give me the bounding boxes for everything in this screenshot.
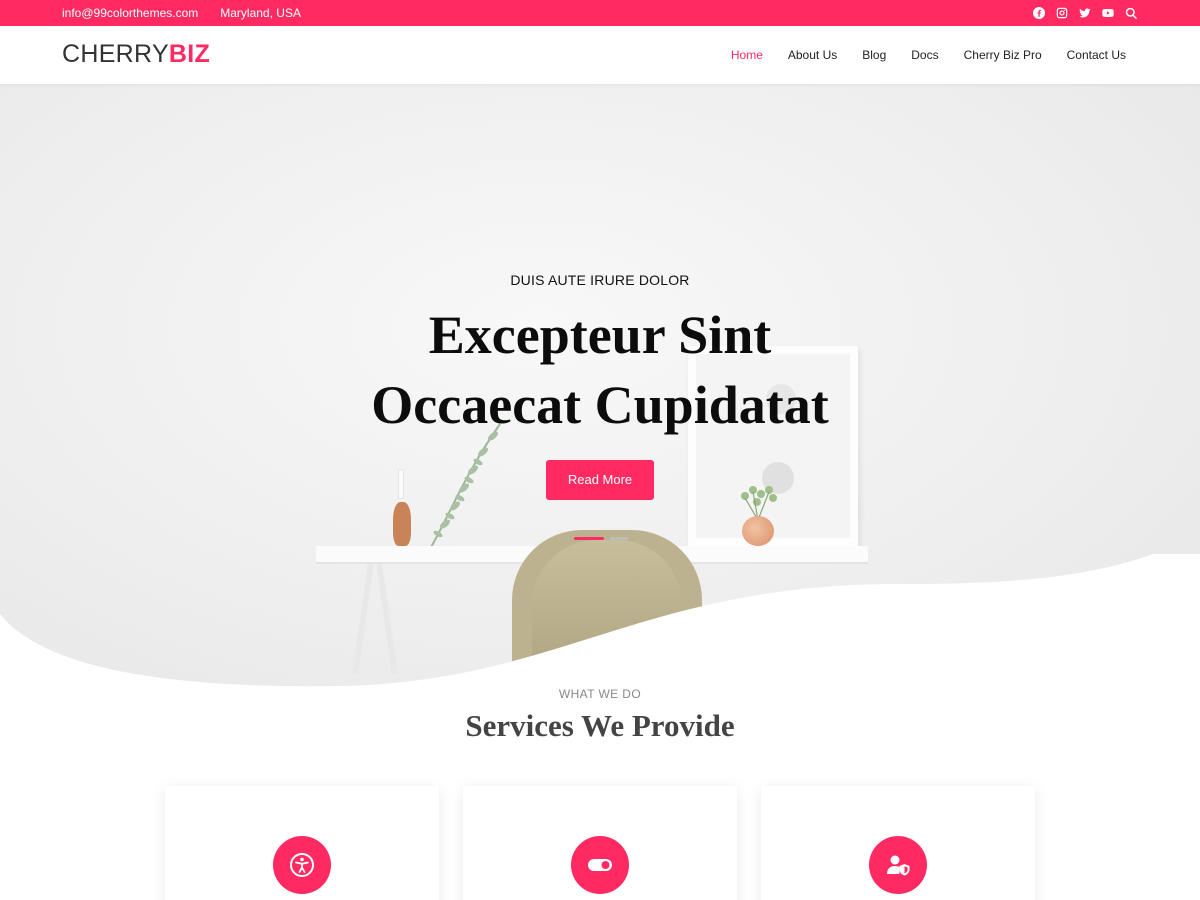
hero-slider: DUIS AUTE IRURE DOLOR Excepteur Sint Occ… — [0, 84, 1200, 690]
read-more-button[interactable]: Read More — [546, 460, 654, 500]
nav-contact-us[interactable]: Contact Us — [1067, 48, 1126, 62]
toggle-icon — [571, 836, 629, 894]
search-icon[interactable] — [1124, 6, 1138, 20]
site-header: CHERRYBIZ Home About Us Blog Docs Cherry… — [0, 26, 1200, 84]
youtube-icon[interactable] — [1101, 6, 1115, 20]
hero-headline: Excepteur Sint Occaecat Cupidatat — [0, 300, 1200, 440]
social-links — [1032, 0, 1138, 26]
topbar-location: Maryland, USA — [220, 6, 301, 20]
accessibility-icon — [273, 836, 331, 894]
hero-copper-pot — [742, 516, 774, 546]
hero-kicker: DUIS AUTE IRURE DOLOR — [510, 272, 690, 288]
nav-docs[interactable]: Docs — [911, 48, 938, 62]
services-kicker: WHAT WE DO — [558, 687, 642, 701]
hero-headline-line2: Occaecat Cupidatat — [371, 375, 829, 435]
hero-vase — [393, 502, 411, 546]
nav-cherry-biz-pro[interactable]: Cherry Biz Pro — [964, 48, 1042, 62]
hero-content: DUIS AUTE IRURE DOLOR Excepteur Sint Occ… — [0, 272, 1200, 500]
facebook-icon[interactable] — [1032, 6, 1046, 20]
slider-pagination — [574, 537, 628, 540]
topbar: info@99colorthemes.com Maryland, USA — [0, 0, 1200, 26]
service-card[interactable] — [165, 786, 439, 900]
hero-headline-line1: Excepteur Sint — [428, 305, 772, 365]
slider-dot-active[interactable] — [574, 537, 604, 540]
twitter-icon[interactable] — [1078, 6, 1092, 20]
nav-home[interactable]: Home — [731, 48, 763, 62]
nav-about-us[interactable]: About Us — [788, 48, 837, 62]
topbar-contact: info@99colorthemes.com Maryland, USA — [62, 0, 301, 26]
logo-text-biz: BIZ — [168, 40, 211, 68]
user-shield-icon — [869, 836, 927, 894]
site-logo[interactable]: CHERRYBIZ — [62, 40, 210, 69]
main-nav: Home About Us Blog Docs Cherry Biz Pro C… — [731, 26, 1126, 84]
hero-wave-divider — [0, 554, 1200, 690]
topbar-email[interactable]: info@99colorthemes.com — [62, 6, 198, 20]
services-cards — [165, 786, 1035, 900]
logo-text-cherry: CHERRY — [62, 40, 169, 68]
instagram-icon[interactable] — [1055, 6, 1069, 20]
nav-blog[interactable]: Blog — [862, 48, 886, 62]
slider-dot[interactable] — [610, 537, 628, 540]
service-card[interactable] — [463, 786, 737, 900]
service-card[interactable] — [761, 786, 1035, 900]
services-title: Services We Provide — [465, 708, 735, 743]
